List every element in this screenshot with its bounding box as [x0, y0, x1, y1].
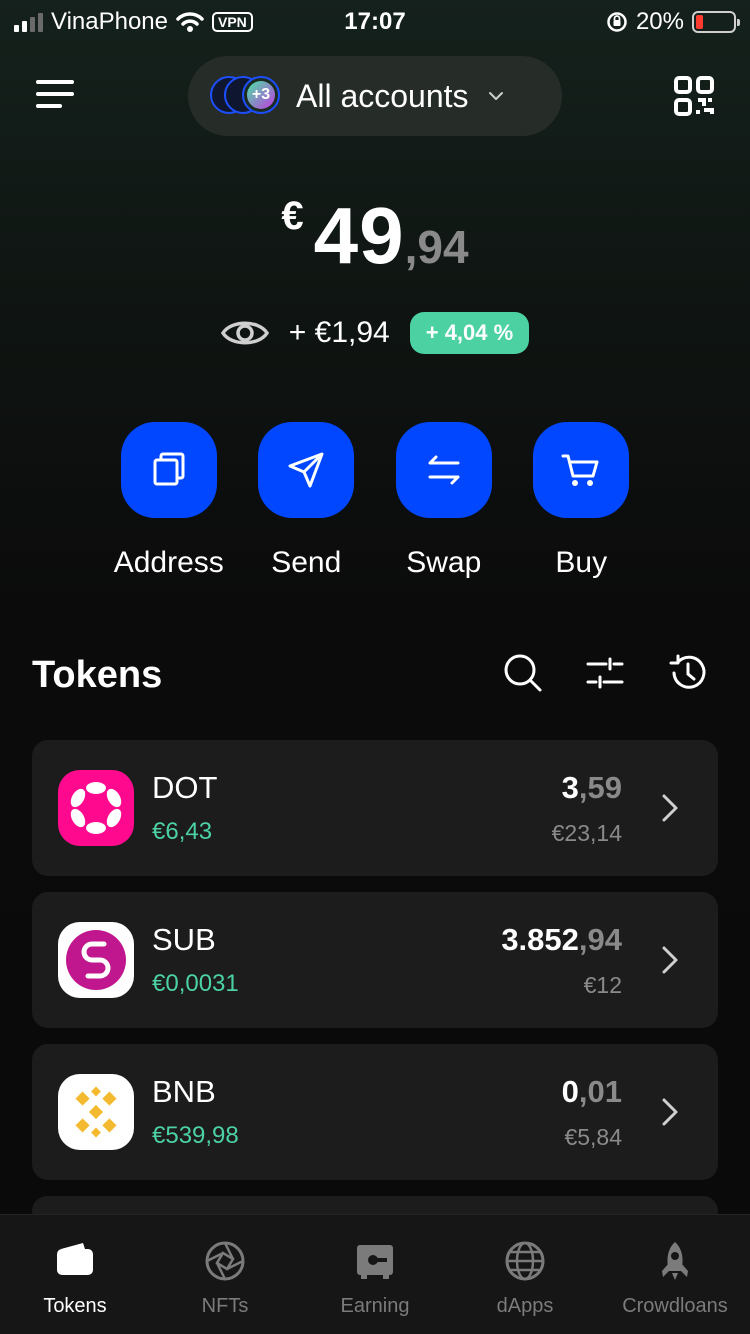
chevron-right-icon — [662, 1098, 678, 1126]
nav-tokens[interactable]: Tokens — [0, 1215, 150, 1334]
aperture-icon — [205, 1241, 245, 1281]
swap-button-circle — [395, 422, 492, 518]
status-right: 20% — [606, 8, 740, 36]
avatar-more: +3 — [242, 76, 280, 114]
tokens-header: Tokens — [32, 652, 718, 702]
sub-logo-icon — [58, 922, 134, 998]
token-balance: 3.852,94 — [501, 922, 622, 958]
change-percent-badge: + 4,04 % — [409, 312, 530, 354]
token-symbol: BNB — [152, 1074, 216, 1109]
address-button-circle — [120, 422, 217, 518]
battery-fill — [696, 15, 704, 29]
token-row-dot[interactable]: DOT €6,43 3,59 €23,14 — [32, 740, 718, 876]
token-value: €5,84 — [564, 1124, 622, 1150]
extra-accounts-badge: +3 — [247, 81, 275, 109]
swap-icon — [428, 455, 460, 485]
balance-decimal: ,94 — [404, 221, 469, 273]
history-icon[interactable] — [666, 652, 708, 694]
search-icon[interactable] — [502, 652, 544, 694]
token-balance-dec: ,59 — [578, 770, 622, 805]
dot-logo-icon — [58, 770, 134, 846]
swap-button[interactable]: Swap — [375, 422, 513, 580]
rocket-icon — [662, 1242, 688, 1280]
send-button-circle — [258, 422, 355, 518]
account-selector[interactable]: +3 All accounts — [188, 56, 562, 136]
action-label: Buy — [555, 546, 608, 579]
globe-icon — [505, 1241, 545, 1281]
token-symbol: SUB — [152, 922, 216, 957]
account-avatars: +3 — [210, 74, 290, 118]
tokens-tools — [502, 652, 708, 694]
token-balance-int: 0 — [561, 1074, 579, 1109]
qr-code-icon[interactable] — [674, 76, 714, 116]
token-price: €539,98 — [152, 1122, 239, 1149]
battery-icon — [692, 11, 740, 33]
address-button[interactable]: Address — [100, 422, 238, 580]
nav-label: Tokens — [43, 1295, 107, 1317]
nav-dapps[interactable]: dApps — [450, 1215, 600, 1334]
menu-icon-line — [36, 104, 62, 108]
copy-icon — [153, 452, 185, 486]
send-button[interactable]: Send — [238, 422, 376, 580]
battery-percent: 20% — [635, 8, 684, 35]
token-price: €0,0031 — [152, 970, 239, 997]
tokens-title: Tokens — [32, 654, 163, 696]
chevron-right-icon — [662, 794, 678, 822]
token-balance-int: 3.852 — [501, 922, 579, 957]
total-balance: €49,94 — [0, 190, 750, 282]
wallet-icon — [57, 1243, 93, 1275]
nav-label: NFTs — [201, 1295, 249, 1317]
token-value: €23,14 — [551, 820, 622, 846]
buy-button-circle — [533, 422, 630, 518]
balance-currency: € — [281, 194, 304, 238]
orientation-lock-icon — [607, 12, 627, 32]
top-bar: +3 All accounts — [0, 56, 750, 136]
menu-button[interactable] — [36, 78, 76, 112]
token-symbol: DOT — [152, 770, 218, 805]
chevron-down-icon — [488, 92, 503, 100]
action-buttons: Address Send Swap Buy — [100, 422, 650, 580]
nav-earning[interactable]: Earning — [300, 1215, 450, 1334]
token-balance-dec: ,01 — [578, 1074, 622, 1109]
nav-crowdloans[interactable]: Crowdloans — [600, 1215, 750, 1334]
status-bar: VinaPhone VPN 17:07 20% — [0, 0, 750, 44]
change-amount: + €1,94 — [288, 316, 390, 349]
token-balance: 3,59 — [562, 770, 622, 806]
eye-icon[interactable] — [220, 316, 269, 350]
buy-button[interactable]: Buy — [513, 422, 651, 580]
send-icon — [288, 452, 324, 488]
nav-nfts[interactable]: NFTs — [150, 1215, 300, 1334]
bottom-nav: Tokens NFTs Earning dApps Crowdloans — [0, 1214, 750, 1334]
token-value: €12 — [583, 972, 622, 998]
token-row-sub[interactable]: SUB €0,0031 3.852,94 €12 — [32, 892, 718, 1028]
nav-label: Crowdloans — [622, 1295, 728, 1317]
action-label: Swap — [406, 546, 482, 579]
token-price: €6,43 — [152, 818, 213, 845]
nav-label: dApps — [496, 1295, 554, 1317]
balance-integer: 49 — [313, 191, 405, 280]
account-selector-label: All accounts — [296, 77, 469, 114]
filter-icon[interactable] — [584, 652, 626, 694]
token-row-bnb[interactable]: BNB €539,98 0,01 €5,84 — [32, 1044, 718, 1180]
safe-icon — [357, 1245, 393, 1279]
balance-change: + €1,94 + 4,04 % — [0, 312, 750, 354]
chevron-right-icon — [662, 946, 678, 974]
action-label: Send — [271, 546, 342, 579]
token-balance: 0,01 — [562, 1074, 622, 1110]
token-balance-int: 3 — [561, 770, 579, 805]
token-balance-dec: ,94 — [578, 922, 622, 957]
action-label: Address — [113, 546, 224, 579]
menu-icon-line — [36, 92, 74, 96]
bnb-logo-icon — [58, 1074, 134, 1150]
cart-icon — [561, 454, 599, 486]
menu-icon-line — [36, 80, 74, 84]
nav-label: Earning — [340, 1295, 410, 1317]
